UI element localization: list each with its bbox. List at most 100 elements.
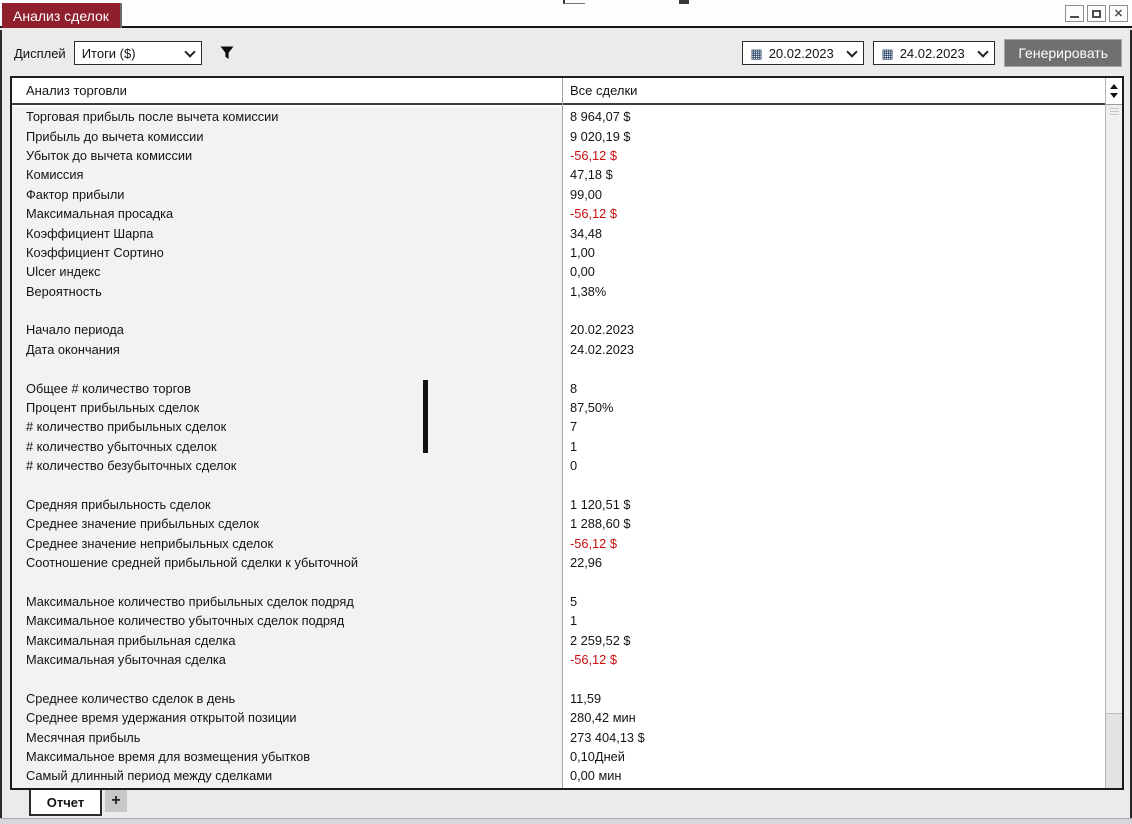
- metric-label: Максимальное количество прибыльных сдело…: [12, 592, 562, 611]
- table-row[interactable]: Общее # количество торгов8: [12, 378, 1105, 397]
- metric-label: [12, 572, 562, 591]
- table-row[interactable]: Торговая прибыль после вычета комиссии8 …: [12, 107, 1105, 126]
- metric-value: -56,12 $: [562, 206, 1105, 221]
- table-row[interactable]: Максимальная просадка-56,12 $: [12, 204, 1105, 223]
- metric-label: Начало периода: [12, 320, 562, 339]
- maximize-icon: [1092, 10, 1101, 18]
- screen-edge-artifact: [563, 0, 585, 4]
- generate-button[interactable]: Генерировать: [1004, 39, 1122, 67]
- table-row[interactable]: Средняя прибыльность сделок1 120,51 $: [12, 495, 1105, 514]
- metric-value: 99,00: [562, 187, 1105, 202]
- window-body: Дисплей Итоги ($) ▦ 20.02.2023 ▦ 24.02.2…: [0, 30, 1132, 818]
- table-row[interactable]: Комиссия47,18 $: [12, 165, 1105, 184]
- metric-value: 2 259,52 $: [562, 633, 1105, 648]
- toolbar: Дисплей Итоги ($) ▦ 20.02.2023 ▦ 24.02.2…: [14, 38, 1122, 68]
- metric-label: Максимальная просадка: [12, 204, 562, 223]
- metric-value: 0,00: [562, 264, 1105, 279]
- table-row[interactable]: Дата окончания24.02.2023: [12, 340, 1105, 359]
- metric-label: Прибыль до вычета комиссии: [12, 126, 562, 145]
- title-bar: Анализ сделок ✕: [0, 0, 1132, 28]
- table-row[interactable]: Коэффициент Шарпа34,48: [12, 223, 1105, 242]
- metric-label: Среднее количество сделок в день: [12, 689, 562, 708]
- window-title-tab[interactable]: Анализ сделок: [2, 3, 122, 28]
- table-row[interactable]: Фактор прибыли99,00: [12, 185, 1105, 204]
- table-row[interactable]: [12, 572, 1105, 591]
- metric-value: 1 120,51 $: [562, 497, 1105, 512]
- display-select[interactable]: Итоги ($): [74, 41, 202, 65]
- metric-label: Коэффициент Сортино: [12, 243, 562, 262]
- metric-value: 1 288,60 $: [562, 516, 1105, 531]
- table-row[interactable]: [12, 669, 1105, 688]
- date-from-picker[interactable]: ▦ 20.02.2023: [742, 41, 864, 65]
- date-from-value: 20.02.2023: [769, 46, 843, 61]
- metric-value: 87,50%: [562, 400, 1105, 415]
- metric-value: -56,12 $: [562, 652, 1105, 667]
- table-row[interactable]: # количество безубыточных сделок0: [12, 456, 1105, 475]
- scroll-down-icon[interactable]: [1110, 93, 1118, 98]
- metric-value: 1: [562, 613, 1105, 628]
- table-row[interactable]: Начало периода20.02.2023: [12, 320, 1105, 339]
- column-header-analysis[interactable]: Анализ торговли: [26, 78, 127, 103]
- metric-label: [12, 301, 562, 320]
- date-to-picker[interactable]: ▦ 24.02.2023: [873, 41, 995, 65]
- metric-value: 47,18 $: [562, 167, 1105, 182]
- minimize-button[interactable]: [1065, 5, 1084, 22]
- metric-value: 1,00: [562, 245, 1105, 260]
- metric-value: 11,59: [562, 691, 1105, 706]
- table-row[interactable]: Самый длинный период между сделками0,00 …: [12, 766, 1105, 785]
- maximize-button[interactable]: [1087, 5, 1106, 22]
- table-row[interactable]: [12, 359, 1105, 378]
- row-scroll-spinner: [1106, 78, 1122, 105]
- table-row[interactable]: Ulcer индекс0,00: [12, 262, 1105, 281]
- table-row[interactable]: Соотношение средней прибыльной сделки к …: [12, 553, 1105, 572]
- metric-label: Максимальное время для возмещения убытко…: [12, 747, 562, 766]
- table-row[interactable]: Среднее значение неприбыльных сделок-56,…: [12, 534, 1105, 553]
- metric-label: Коэффициент Шарпа: [12, 223, 562, 242]
- filter-icon[interactable]: [219, 45, 235, 61]
- chevron-down-icon: [978, 46, 989, 57]
- metric-value: 273 404,13 $: [562, 730, 1105, 745]
- table-row[interactable]: Среднее время удержания открытой позиции…: [12, 708, 1105, 727]
- metric-label: Процент прибыльных сделок: [12, 398, 562, 417]
- close-button[interactable]: ✕: [1109, 5, 1128, 22]
- scroll-up-icon[interactable]: [1110, 84, 1118, 89]
- table-row[interactable]: Максимальная прибыльная сделка2 259,52 $: [12, 631, 1105, 650]
- metric-value: 24.02.2023: [562, 342, 1105, 357]
- table-row[interactable]: Максимальная убыточная сделка-56,12 $: [12, 650, 1105, 669]
- table-row[interactable]: [12, 301, 1105, 320]
- metric-label: Комиссия: [12, 165, 562, 184]
- table-row[interactable]: # количество прибыльных сделок7: [12, 417, 1105, 436]
- table-row[interactable]: Прибыль до вычета комиссии9 020,19 $: [12, 126, 1105, 145]
- table-row[interactable]: Процент прибыльных сделок87,50%: [12, 398, 1105, 417]
- scrollbar-thumb[interactable]: [1106, 105, 1122, 714]
- column-header-all-trades[interactable]: Все сделки: [570, 78, 637, 103]
- metric-value: 280,42 мин: [562, 710, 1105, 725]
- table-row[interactable]: Убыток до вычета комиссии-56,12 $: [12, 146, 1105, 165]
- metric-label: Вероятность: [12, 282, 562, 301]
- table-row[interactable]: Месячная прибыль273 404,13 $: [12, 728, 1105, 747]
- table-row[interactable]: Коэффициент Сортино1,00: [12, 243, 1105, 262]
- metric-label: Убыток до вычета комиссии: [12, 146, 562, 165]
- tab-report[interactable]: Отчет: [29, 790, 102, 816]
- table-row[interactable]: Максимальное количество убыточных сделок…: [12, 611, 1105, 630]
- metric-label: [12, 475, 562, 494]
- table-row[interactable]: Максимальное количество прибыльных сдело…: [12, 592, 1105, 611]
- metric-label: # количество прибыльных сделок: [12, 417, 562, 436]
- table-row[interactable]: [12, 475, 1105, 494]
- metric-label: Дата окончания: [12, 340, 562, 359]
- report-table: Анализ торговли Все сделки Торговая приб…: [10, 76, 1124, 790]
- metric-label: Соотношение средней прибыльной сделки к …: [12, 553, 562, 572]
- add-tab-button[interactable]: +: [105, 790, 127, 812]
- metric-label: [12, 359, 562, 378]
- calendar-icon: ▦: [881, 47, 893, 60]
- metric-label: Фактор прибыли: [12, 185, 562, 204]
- table-row[interactable]: # количество убыточных сделок1: [12, 437, 1105, 456]
- calendar-icon: ▦: [750, 47, 762, 60]
- metric-value: -56,12 $: [562, 148, 1105, 163]
- table-row[interactable]: Максимальное время для возмещения убытко…: [12, 747, 1105, 766]
- table-row[interactable]: Вероятность1,38%: [12, 282, 1105, 301]
- table-row[interactable]: Среднее значение прибыльных сделок1 288,…: [12, 514, 1105, 533]
- table-row[interactable]: Среднее количество сделок в день11,59: [12, 689, 1105, 708]
- metric-label: Максимальное количество убыточных сделок…: [12, 611, 562, 630]
- vertical-scrollbar[interactable]: [1105, 78, 1122, 788]
